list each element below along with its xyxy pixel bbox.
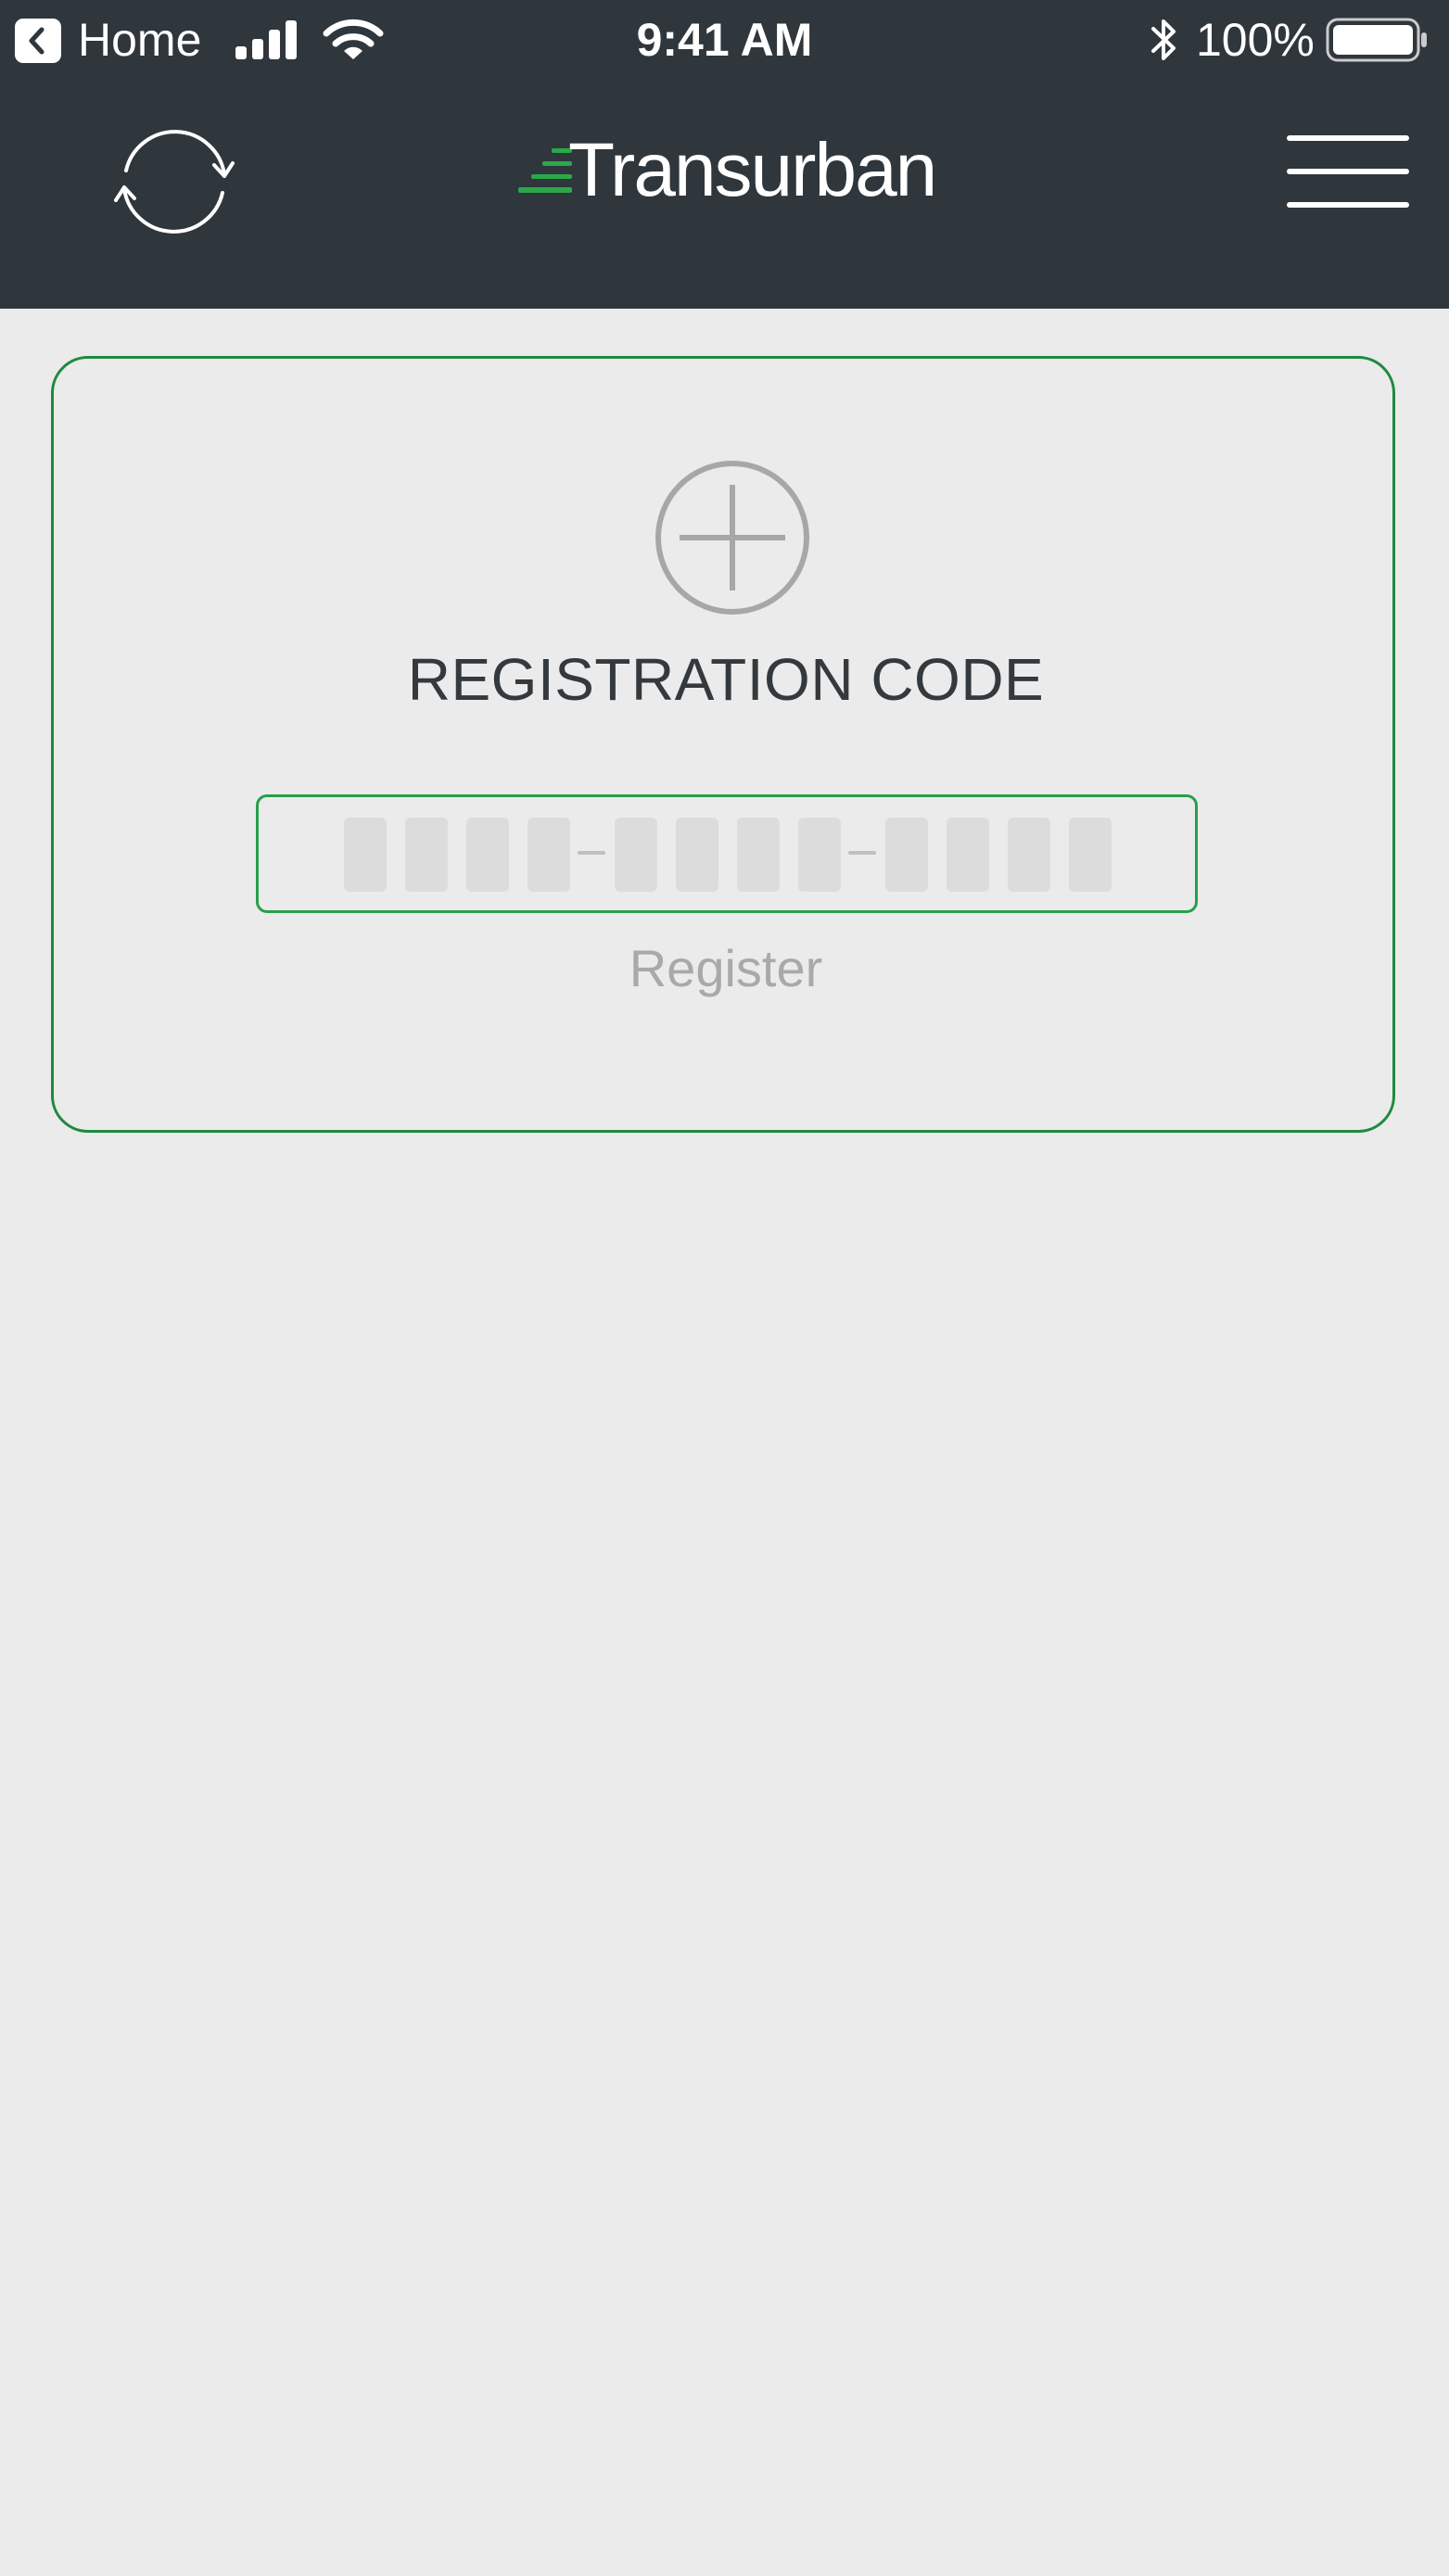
back-app-label[interactable]: Home xyxy=(78,11,201,69)
battery-icon xyxy=(1326,18,1427,62)
menu-button[interactable] xyxy=(1279,130,1409,213)
logo-wordmark: Transurban xyxy=(568,128,937,212)
code-slot xyxy=(798,818,841,892)
code-slot xyxy=(527,818,570,892)
bluetooth-icon xyxy=(1151,19,1176,60)
code-separator xyxy=(578,851,605,855)
status-time: 9:41 AM xyxy=(636,14,813,66)
registration-code-input[interactable] xyxy=(256,794,1198,913)
code-slot xyxy=(1069,818,1112,892)
register-button[interactable]: Register xyxy=(582,932,870,1006)
code-slot xyxy=(466,818,509,892)
code-slot xyxy=(615,818,657,892)
chevron-left-icon xyxy=(29,27,44,55)
back-to-app-button[interactable] xyxy=(15,19,61,63)
plus-circle-icon[interactable] xyxy=(654,459,811,616)
code-slot xyxy=(676,818,718,892)
code-slot xyxy=(1008,818,1050,892)
code-slot xyxy=(737,818,780,892)
transurban-logo: Transurban xyxy=(515,124,950,217)
wifi-icon xyxy=(323,19,384,59)
app-header: Home 9:41 AM 100% Transurban xyxy=(0,0,1449,309)
registration-code-title: REGISTRATION CODE xyxy=(407,646,1045,713)
cellular-signal-icon xyxy=(235,20,297,59)
status-bar: Home 9:41 AM 100% xyxy=(0,0,1449,80)
nav-bar: Transurban xyxy=(0,80,1449,309)
battery-percentage: 100% xyxy=(1196,14,1315,66)
refresh-icon xyxy=(114,130,235,234)
hamburger-menu-icon xyxy=(1287,135,1409,208)
code-slot xyxy=(885,818,928,892)
code-separator xyxy=(848,851,876,855)
refresh-button[interactable] xyxy=(109,117,239,247)
code-slot xyxy=(344,818,387,892)
code-slot xyxy=(405,818,448,892)
code-slot xyxy=(947,818,989,892)
app-screen: Home 9:41 AM 100% Transurban REGISTRATIO… xyxy=(0,0,1449,2576)
registration-card: REGISTRATION CODE Register xyxy=(51,356,1395,1133)
